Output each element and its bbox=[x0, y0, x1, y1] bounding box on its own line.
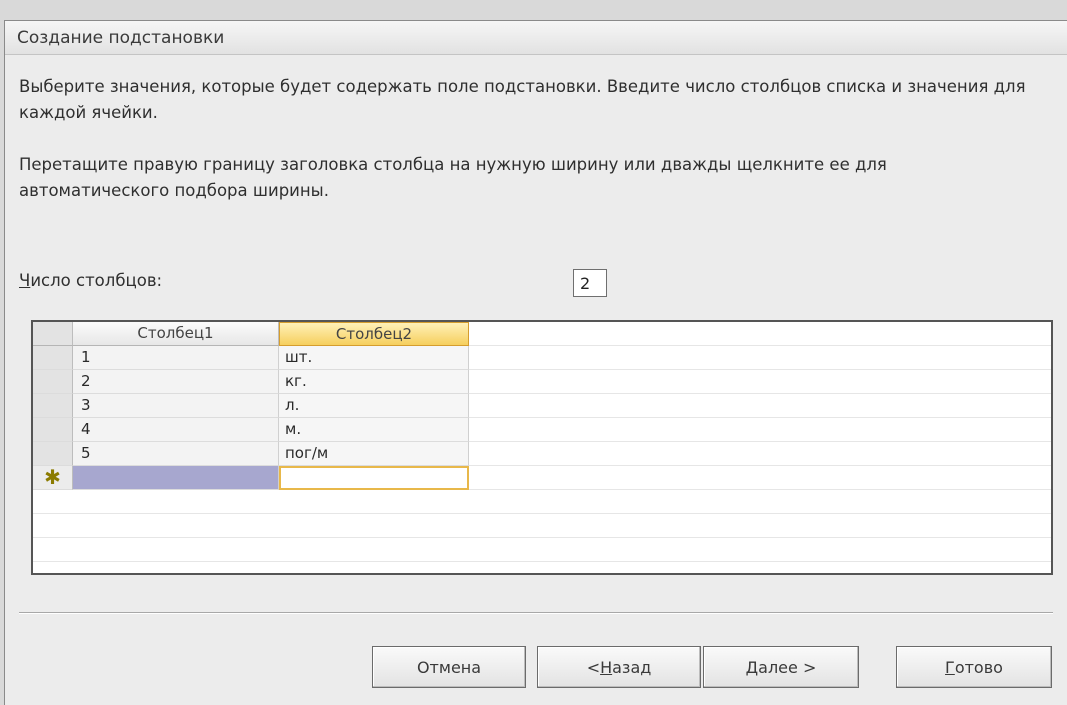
back-button-arrow: < bbox=[586, 657, 601, 677]
columns-count-input[interactable] bbox=[573, 269, 607, 297]
lookup-wizard-window: Создание подстановки Выберите значения, … bbox=[4, 20, 1067, 705]
button-separator bbox=[19, 612, 1053, 614]
grid-cell-r4-c2[interactable]: м. bbox=[279, 418, 469, 442]
row-selector[interactable] bbox=[33, 370, 73, 394]
grid-cell-r3-c1[interactable]: 3 bbox=[73, 394, 279, 418]
grid-cell-r5-c1[interactable]: 5 bbox=[73, 442, 279, 466]
values-grid[interactable]: Столбец1 Столбец2 1 шт. 2 кг. 3 л. 4 м. … bbox=[31, 320, 1053, 575]
new-record-icon: ✱ bbox=[33, 466, 73, 490]
new-row-cell-c2[interactable] bbox=[279, 466, 469, 490]
finish-button[interactable]: Готово bbox=[896, 646, 1052, 688]
columns-count-label: Число столбцов: bbox=[19, 271, 162, 290]
grid-corner-selector[interactable] bbox=[33, 322, 73, 346]
grid-cell-r5-c2[interactable]: пог/м bbox=[279, 442, 469, 466]
column-header-1[interactable]: Столбец1 bbox=[73, 322, 279, 346]
columns-count-label-text: исло столбцов: bbox=[30, 271, 163, 290]
next-button-accesskey: Д bbox=[745, 657, 759, 677]
back-button-label: азад bbox=[612, 657, 652, 677]
finish-button-accesskey: Г bbox=[945, 657, 955, 677]
back-button[interactable]: < Назад bbox=[537, 646, 701, 688]
next-button-label: алее > bbox=[758, 657, 817, 677]
grid-cell-r2-c1[interactable]: 2 bbox=[73, 370, 279, 394]
row-selector[interactable] bbox=[33, 394, 73, 418]
grid-cell-r3-c2[interactable]: л. bbox=[279, 394, 469, 418]
row-selector[interactable] bbox=[33, 418, 73, 442]
instructions: Выберите значения, которые будет содержа… bbox=[19, 74, 1029, 230]
window-title: Создание подстановки bbox=[17, 28, 225, 48]
instruction-text-1: Выберите значения, которые будет содержа… bbox=[19, 77, 1026, 122]
grid-cell-r1-c2[interactable]: шт. bbox=[279, 346, 469, 370]
finish-button-label: отово bbox=[954, 657, 1003, 677]
row-selector[interactable] bbox=[33, 346, 73, 370]
columns-count-label-accesskey: Ч bbox=[19, 271, 31, 290]
grid-cell-r4-c1[interactable]: 4 bbox=[73, 418, 279, 442]
new-row-cell-c1[interactable] bbox=[73, 466, 279, 490]
grid-cell-r2-c2[interactable]: кг. bbox=[279, 370, 469, 394]
instruction-text-2: Перетащите правую границу заголовка стол… bbox=[19, 155, 887, 200]
title-bar: Создание подстановки bbox=[5, 21, 1067, 55]
back-button-accesskey: Н bbox=[600, 657, 613, 677]
row-selector[interactable] bbox=[33, 442, 73, 466]
next-button[interactable]: Далее > bbox=[703, 646, 859, 688]
column-header-2[interactable]: Столбец2 bbox=[279, 322, 469, 346]
cancel-button[interactable]: Отмена bbox=[372, 646, 526, 688]
grid-cell-r1-c1[interactable]: 1 bbox=[73, 346, 279, 370]
